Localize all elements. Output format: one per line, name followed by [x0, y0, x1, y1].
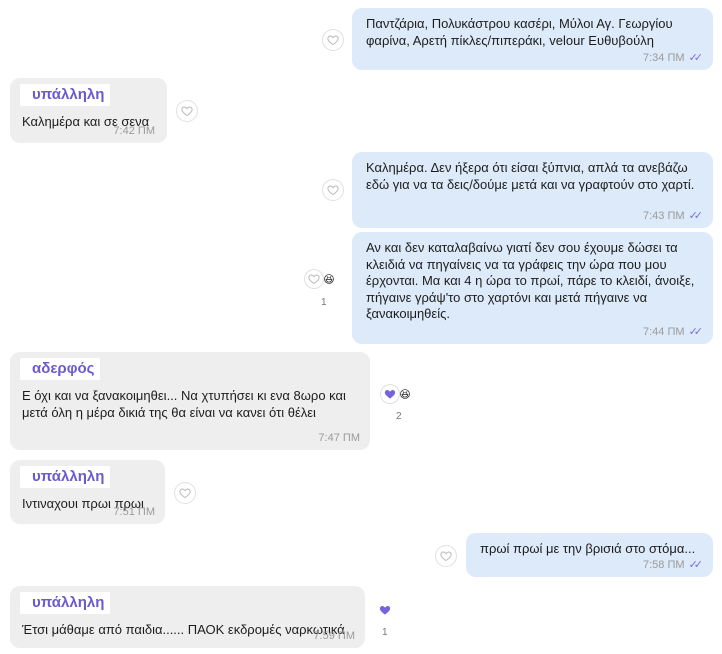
message-text: Καλημέρα. Δεν ήξερα ότι είσαι ξύπνια, απ… — [366, 160, 695, 192]
message-time: 7:34 ΠΜ — [642, 51, 685, 64]
message-time: 7:42 ΠΜ — [113, 125, 155, 137]
message-time: 7:58 ΠΜ — [642, 558, 685, 571]
reaction-count: 1 — [382, 627, 388, 638]
reactions[interactable]: 😆 — [381, 385, 414, 403]
like-heart-icon[interactable] — [177, 101, 197, 121]
message-time: 7:51 ΠΜ — [113, 506, 155, 518]
message-text: Έτσι μάθαμε από παιδια...... ΠΑΟΚ εκδρομ… — [22, 622, 345, 637]
double-check-icon: ✓✓ — [688, 326, 704, 338]
reaction-count: 2 — [396, 411, 402, 422]
reactions[interactable]: 😆 — [305, 270, 338, 288]
message-text: Αν και δεν καταλαβαίνω γιατί δεν σου έχο… — [366, 240, 695, 321]
heart-filled-icon[interactable] — [375, 600, 395, 620]
message-incoming[interactable]: υπάλληλη Καλημέρα και σε σενα 7:42 ΠΜ — [10, 78, 167, 143]
like-heart-icon[interactable] — [323, 30, 343, 50]
heart-outline-icon[interactable] — [305, 270, 323, 288]
message-outgoing[interactable]: Παντζάρια, Πολυκάστρου κασέρι, Μύλοι Αγ.… — [352, 8, 713, 70]
message-time: 7:43 ΠΜ — [642, 209, 685, 222]
sender-name[interactable]: αδερφός — [20, 358, 101, 380]
sender-name[interactable]: υπάλληλη — [20, 466, 111, 488]
message-time: 7:44 ΠΜ — [642, 325, 685, 338]
double-check-icon: ✓✓ — [688, 559, 704, 571]
message-time: 7:59 ΠΜ — [313, 630, 355, 642]
sender-name[interactable]: υπάλληλη — [20, 84, 111, 106]
message-text: Παντζάρια, Πολυκάστρου κασέρι, Μύλοι Αγ.… — [366, 16, 673, 48]
message-outgoing[interactable]: πρωί πρωί με την βρισιά στο στόμα... 7:5… — [466, 533, 713, 577]
message-text: πρωί πρωί με την βρισιά στο στόμα... — [480, 541, 696, 556]
double-check-icon: ✓✓ — [688, 52, 704, 64]
heart-filled-icon[interactable] — [381, 385, 399, 403]
like-heart-icon[interactable] — [436, 546, 456, 566]
message-time: 7:47 ΠΜ — [318, 432, 360, 444]
like-heart-icon[interactable] — [323, 180, 343, 200]
message-text: Ε όχι και να ξανακοιμηθει... Να χτυπήσει… — [22, 388, 346, 420]
message-incoming[interactable]: υπάλληλη Ιντιναχουι πρωι πρωι 7:51 ΠΜ — [10, 460, 165, 524]
reaction-count: 1 — [321, 297, 327, 308]
message-outgoing[interactable]: Καλημέρα. Δεν ήξερα ότι είσαι ξύπνια, απ… — [352, 152, 713, 228]
like-heart-icon[interactable] — [175, 483, 195, 503]
sender-name[interactable]: υπάλληλη — [20, 592, 111, 614]
message-outgoing[interactable]: Αν και δεν καταλαβαίνω γιατί δεν σου έχο… — [352, 232, 713, 344]
double-check-icon: ✓✓ — [688, 210, 704, 222]
message-incoming[interactable]: υπάλληλη Έτσι μάθαμε από παιδια...... ΠΑ… — [10, 586, 365, 648]
message-incoming[interactable]: αδερφός Ε όχι και να ξανακοιμηθει... Να … — [10, 352, 370, 450]
